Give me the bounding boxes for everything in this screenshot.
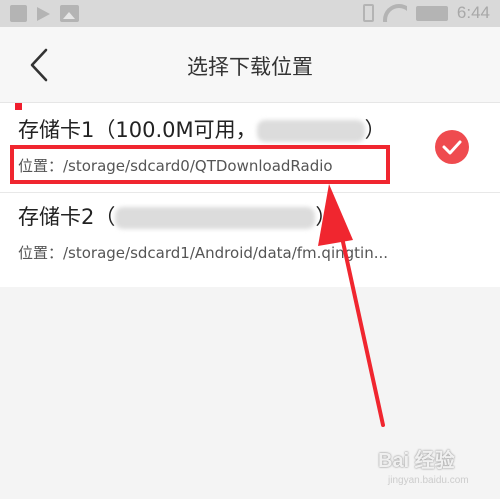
nav-bar: 选择下载位置 (0, 27, 500, 103)
checkmark-icon (442, 140, 462, 155)
storage-title-suffix: ） (364, 118, 386, 142)
selected-check-button[interactable] (435, 130, 469, 164)
annotation-dot (15, 103, 22, 110)
baidu-watermark-url: jingyan.baidu.com (388, 475, 469, 486)
storage-item-title: 存储卡1（100.0M可用， ） (18, 114, 386, 144)
vibrate-icon (362, 4, 374, 22)
storage-title-text: 存储卡1（100.0M可用， (18, 118, 257, 142)
status-bar: 6:44 (0, 0, 500, 27)
play-icon (37, 7, 50, 21)
storage-item-title: 存储卡2（ ） (18, 201, 336, 231)
wifi-icon (382, 4, 407, 22)
storage-item-path: 位置：/storage/sdcard1/Android/data/fm.qing… (18, 244, 389, 262)
annotation-highlight-box (10, 145, 390, 184)
storage-list: 存储卡1（100.0M可用，） 位置：/storage/sdcard0/QTDo… (0, 103, 500, 287)
page-title: 选择下载位置 (187, 55, 313, 79)
battery-icon (415, 5, 448, 21)
storage-item-card2[interactable]: 存储卡2（ ） 位置：/storage/sdcard1/Android/data/… (0, 193, 500, 287)
blurred-capacity (115, 207, 316, 229)
image-icon (60, 5, 79, 22)
baidu-watermark: Bai 经验 (378, 450, 455, 472)
notification-app-icon (10, 5, 27, 22)
storage-title-text: 存储卡2（ (18, 205, 116, 229)
blurred-capacity (256, 120, 365, 142)
storage-title-suffix: ） (315, 205, 337, 229)
status-time: 6:44 (456, 3, 490, 22)
